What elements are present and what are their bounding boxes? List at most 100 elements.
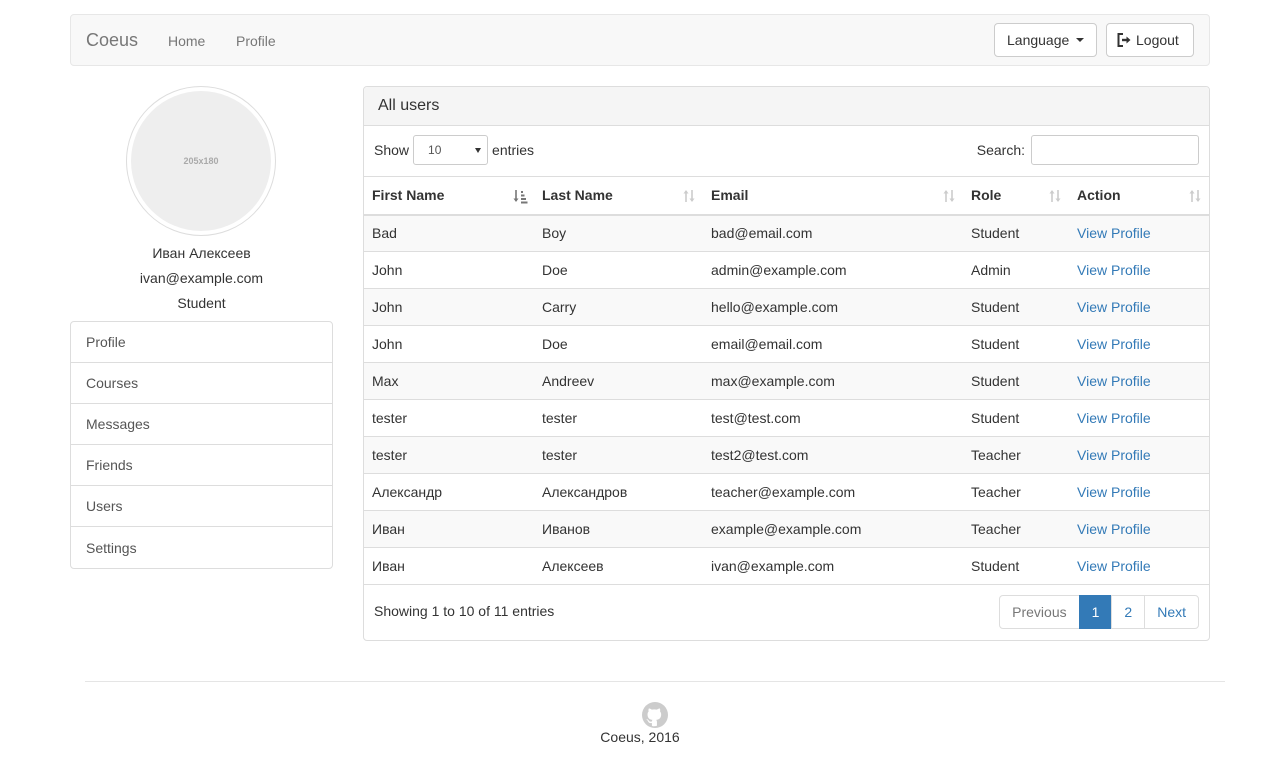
- column-header-last-name[interactable]: Last Name: [534, 176, 703, 216]
- column-header-first-name[interactable]: First Name: [364, 176, 534, 216]
- sort-ascending-icon: [513, 190, 528, 204]
- sidebar-item-friends[interactable]: Friends: [71, 445, 332, 486]
- github-icon[interactable]: [642, 702, 668, 728]
- cell-email: bad@email.com: [703, 214, 963, 252]
- cell-action: View Profile: [1069, 399, 1209, 437]
- cell-last-name: Александров: [534, 473, 703, 511]
- pagination-page-2[interactable]: 2: [1111, 595, 1146, 629]
- cell-last-name: Carry: [534, 288, 703, 326]
- sort-both-icon: [943, 190, 955, 202]
- view-profile-link[interactable]: View Profile: [1077, 225, 1151, 241]
- pagination-page-1[interactable]: 1: [1078, 595, 1113, 629]
- table-body: Bad Boy bad@email.com Student View Profile Jo…: [364, 214, 1209, 585]
- cell-last-name: Doe: [534, 251, 703, 289]
- view-profile-link[interactable]: View Profile: [1077, 410, 1151, 426]
- pagination: Previous 1 2 Next: [999, 595, 1199, 629]
- table-row: tester tester test@test.com Student View Pro…: [364, 399, 1209, 437]
- column-label: Action: [1077, 187, 1121, 204]
- caret-down-icon: [1076, 38, 1085, 42]
- view-profile-link[interactable]: View Profile: [1077, 484, 1151, 500]
- view-profile-link[interactable]: View Profile: [1077, 373, 1151, 389]
- view-profile-link[interactable]: View Profile: [1077, 262, 1151, 278]
- avatar-placeholder: 205x180: [131, 91, 271, 231]
- table-info: Showing 1 to 10 of 11 entries: [374, 603, 555, 619]
- entries-select-value: 10: [428, 143, 442, 157]
- sidebar-item-courses[interactable]: Courses: [71, 363, 332, 404]
- cell-role: Teacher: [963, 473, 1069, 511]
- cell-role: Student: [963, 362, 1069, 400]
- cell-action: View Profile: [1069, 473, 1209, 511]
- users-table: First Name Last Name Email Role Action B…: [364, 176, 1209, 585]
- cell-email: example@example.com: [703, 510, 963, 548]
- cell-role: Student: [963, 288, 1069, 326]
- brand-link[interactable]: Coeus: [86, 30, 138, 50]
- logout-label: Logout: [1136, 32, 1179, 48]
- cell-email: ivan@example.com: [703, 547, 963, 585]
- cell-action: View Profile: [1069, 288, 1209, 326]
- panel-title: All users: [364, 87, 1209, 126]
- logout-icon: [1117, 33, 1131, 47]
- column-header-email[interactable]: Email: [703, 176, 963, 216]
- user-role: Student: [177, 295, 226, 311]
- cell-action: View Profile: [1069, 251, 1209, 289]
- view-profile-link[interactable]: View Profile: [1077, 521, 1151, 537]
- cell-action: View Profile: [1069, 214, 1209, 252]
- cell-last-name: Doe: [534, 325, 703, 363]
- sidebar-item-profile[interactable]: Profile: [71, 322, 332, 363]
- search-input[interactable]: [1031, 135, 1199, 165]
- column-label: Last Name: [542, 187, 613, 204]
- cell-first-name: Иван: [364, 547, 534, 585]
- cell-action: View Profile: [1069, 325, 1209, 363]
- column-header-action[interactable]: Action: [1069, 176, 1209, 216]
- cell-last-name: tester: [534, 436, 703, 474]
- entries-label: entries: [492, 142, 535, 158]
- cell-first-name: John: [364, 288, 534, 326]
- cell-action: View Profile: [1069, 547, 1209, 585]
- entries-select[interactable]: 10: [413, 135, 489, 165]
- view-profile-link[interactable]: View Profile: [1077, 558, 1151, 574]
- table-row: John Doe email@email.com Student View Profil…: [364, 325, 1209, 363]
- cell-last-name: Andreev: [534, 362, 703, 400]
- column-label: Email: [711, 187, 749, 204]
- footer-divider: [85, 681, 1225, 682]
- cell-role: Teacher: [963, 510, 1069, 548]
- cell-email: test@test.com: [703, 399, 963, 437]
- show-label: Show: [374, 142, 410, 158]
- column-label: Role: [971, 187, 1002, 204]
- pagination-previous-button[interactable]: Previous: [999, 595, 1080, 629]
- nav-home-link[interactable]: Home: [168, 32, 205, 50]
- table-row: tester tester test2@test.com Teacher View Pr…: [364, 436, 1209, 474]
- table-row: Иван Иванов example@example.com Teacher View…: [364, 510, 1209, 548]
- cell-first-name: Bad: [364, 214, 534, 252]
- nav-profile-link[interactable]: Profile: [236, 32, 276, 50]
- search-label: Search:: [976, 142, 1025, 158]
- cell-first-name: Александр: [364, 473, 534, 511]
- view-profile-link[interactable]: View Profile: [1077, 299, 1151, 315]
- sidebar-item-settings[interactable]: Settings: [71, 527, 332, 568]
- view-profile-link[interactable]: View Profile: [1077, 447, 1151, 463]
- cell-role: Student: [963, 325, 1069, 363]
- view-profile-link[interactable]: View Profile: [1077, 336, 1151, 352]
- cell-action: View Profile: [1069, 362, 1209, 400]
- cell-email: admin@example.com: [703, 251, 963, 289]
- select-arrow-icon: [475, 147, 482, 153]
- cell-email: max@example.com: [703, 362, 963, 400]
- cell-last-name: Boy: [534, 214, 703, 252]
- sort-both-icon: [1049, 190, 1061, 202]
- cell-first-name: John: [364, 251, 534, 289]
- sidebar-item-messages[interactable]: Messages: [71, 404, 332, 445]
- cell-last-name: Алексеев: [534, 547, 703, 585]
- column-header-role[interactable]: Role: [963, 176, 1069, 216]
- sort-both-icon: [1189, 190, 1201, 202]
- table-row: John Doe admin@example.com Admin View Profil…: [364, 251, 1209, 289]
- cell-role: Student: [963, 214, 1069, 252]
- language-label: Language: [1007, 32, 1070, 48]
- column-label: First Name: [372, 187, 445, 204]
- cell-role: Teacher: [963, 436, 1069, 474]
- logout-button[interactable]: Logout: [1106, 23, 1194, 57]
- sidebar-item-users[interactable]: Users: [71, 486, 332, 527]
- cell-action: View Profile: [1069, 436, 1209, 474]
- language-dropdown-button[interactable]: Language: [994, 23, 1098, 57]
- pagination-next-button[interactable]: Next: [1144, 595, 1199, 629]
- cell-first-name: tester: [364, 399, 534, 437]
